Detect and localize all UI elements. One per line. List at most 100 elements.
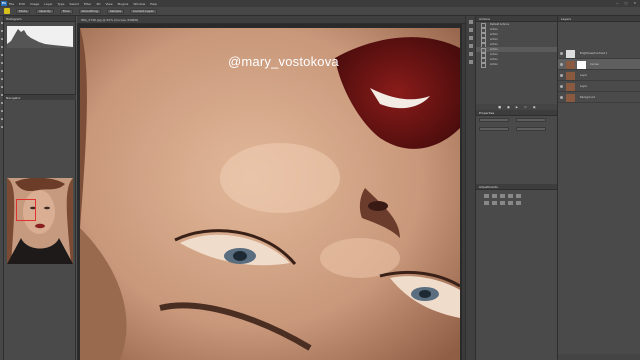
crop-tool-icon[interactable] <box>0 46 3 48</box>
eye-icon[interactable] <box>560 74 563 77</box>
layer-row[interactable]: Background <box>558 92 640 103</box>
clone-tool-icon[interactable] <box>0 78 3 80</box>
layer-thumbnail <box>566 60 575 69</box>
play-icon[interactable]: ▶ <box>516 105 518 109</box>
zoom-tool-icon[interactable] <box>0 126 3 128</box>
stop-icon[interactable]: ■ <box>498 105 501 109</box>
eraser-tool-icon[interactable] <box>0 86 3 88</box>
eye-icon[interactable] <box>560 63 563 66</box>
photoshop-window: Ps File Edit Image Layer Type Select Fil… <box>0 0 640 360</box>
layer-row[interactable]: Brightness/Contrast 1 <box>558 48 640 59</box>
menu-item-file[interactable]: File <box>9 2 14 6</box>
menu-item-type[interactable]: Type <box>58 2 65 6</box>
dodge-tool-icon[interactable] <box>0 102 3 104</box>
minimize-button[interactable]: — <box>616 1 619 5</box>
eye-icon[interactable] <box>560 85 563 88</box>
brush-settings-icon[interactable] <box>468 28 473 32</box>
layer-row[interactable]: Layer <box>558 81 640 92</box>
lasso-tool-icon[interactable] <box>0 38 3 40</box>
color-icon[interactable] <box>468 44 473 48</box>
properties-panel: Properties <box>476 110 558 170</box>
sample-label: Sample <box>106 8 125 14</box>
layer-thumbnail <box>566 93 575 102</box>
channel-mixer-icon[interactable] <box>516 201 521 205</box>
type-tool-icon[interactable] <box>0 118 3 120</box>
move-tool-icon[interactable] <box>0 22 3 24</box>
black-white-icon[interactable] <box>500 201 505 205</box>
collapsed-panels-strip <box>465 16 475 360</box>
character-icon[interactable] <box>468 60 473 64</box>
brightness-icon[interactable] <box>484 194 489 198</box>
menu-item-image[interactable]: Image <box>30 2 39 6</box>
menu-bar: Ps File Edit Image Layer Type Select Fil… <box>0 0 640 7</box>
property-field[interactable] <box>479 127 509 131</box>
layer-thumbnail <box>566 71 575 80</box>
layer-row-selected[interactable]: Curves <box>558 59 640 70</box>
curves-icon[interactable] <box>500 194 505 198</box>
eye-icon[interactable] <box>560 52 563 55</box>
menu-item-window[interactable]: Window <box>133 2 145 6</box>
hue-saturation-icon[interactable] <box>484 201 489 205</box>
layer-name: Layer <box>580 74 587 77</box>
color-balance-icon[interactable] <box>492 201 497 205</box>
history-icon[interactable] <box>468 20 473 24</box>
histogram-graph <box>7 26 73 48</box>
layer-mask-thumbnail[interactable] <box>577 60 586 69</box>
app-logo: Ps <box>1 1 7 6</box>
swatches-icon[interactable] <box>468 52 473 56</box>
document-canvas[interactable]: @mary_vostokova <box>77 24 465 360</box>
menu-item-layer[interactable]: Layer <box>44 2 52 6</box>
histogram-stats <box>7 50 73 90</box>
property-field[interactable] <box>479 118 509 122</box>
layer-thumbnail <box>566 49 575 58</box>
levels-icon[interactable] <box>492 194 497 198</box>
info-icon[interactable] <box>468 36 473 40</box>
layers-panel: Layers Brightness/Contrast 1 Curves Laye… <box>557 16 640 360</box>
portrait-photo <box>80 28 460 360</box>
menu-item-plugins[interactable]: Plugins <box>118 2 129 6</box>
eye-icon[interactable] <box>560 96 563 99</box>
record-icon[interactable]: ● <box>507 105 510 109</box>
layer-name: Layer <box>580 85 587 88</box>
flow-field[interactable]: Flow <box>59 8 73 14</box>
layer-thumbnail <box>566 82 575 91</box>
menu-item-filter[interactable]: Filter <box>84 2 91 6</box>
properties-tab[interactable]: Properties <box>476 110 558 116</box>
navigator-tab[interactable]: Navigator <box>4 94 76 100</box>
photo-filter-icon[interactable] <box>508 201 513 205</box>
sample-dropdown[interactable]: Current Layer <box>130 8 157 14</box>
gradient-tool-icon[interactable] <box>0 94 3 96</box>
histogram-tab[interactable]: Histogram <box>4 16 75 22</box>
trash-icon[interactable]: ▣ <box>533 105 536 109</box>
histogram-panel: Histogram Navigator <box>4 16 76 360</box>
pen-tool-icon[interactable] <box>0 110 3 112</box>
healing-tool-icon[interactable] <box>0 62 3 64</box>
close-button[interactable]: ✕ <box>633 1 636 5</box>
layer-name: Brightness/Contrast 1 <box>580 52 608 55</box>
brush-tool-icon[interactable] <box>0 70 3 72</box>
layer-row[interactable]: Layer <box>558 70 640 81</box>
layer-name: Background <box>580 96 595 99</box>
navigator-thumbnail[interactable] <box>7 178 73 264</box>
menu-item-edit[interactable]: Edit <box>19 2 25 6</box>
exposure-icon[interactable] <box>508 194 513 198</box>
maximize-button[interactable]: □ <box>625 1 628 5</box>
actions-panel: Actions Default Actions Action Action Ac… <box>475 16 558 360</box>
property-field[interactable] <box>515 118 546 122</box>
navigator-view-box[interactable] <box>16 199 36 221</box>
document-tab[interactable]: IMG_2746.jpg @ 50% (Curves, RGB/8) <box>77 16 465 24</box>
action-item[interactable]: Action <box>476 62 557 68</box>
vibrance-icon[interactable] <box>516 194 521 198</box>
menu-item-view[interactable]: View <box>105 2 112 6</box>
menu-item-select[interactable]: Select <box>70 2 79 6</box>
property-field[interactable] <box>515 127 546 131</box>
eyedropper-tool-icon[interactable] <box>0 54 3 56</box>
opacity-field[interactable]: Opacity <box>36 8 54 14</box>
menu-item-help[interactable]: Help <box>150 2 157 6</box>
menu-item-3d[interactable]: 3D <box>96 2 100 6</box>
smoothing-field[interactable]: Smoothing <box>78 8 101 14</box>
marquee-tool-icon[interactable] <box>0 30 3 32</box>
brush-tool-icon[interactable] <box>4 8 10 14</box>
new-set-icon[interactable]: ▭ <box>524 105 527 109</box>
mode-dropdown[interactable]: Mode <box>16 8 31 14</box>
